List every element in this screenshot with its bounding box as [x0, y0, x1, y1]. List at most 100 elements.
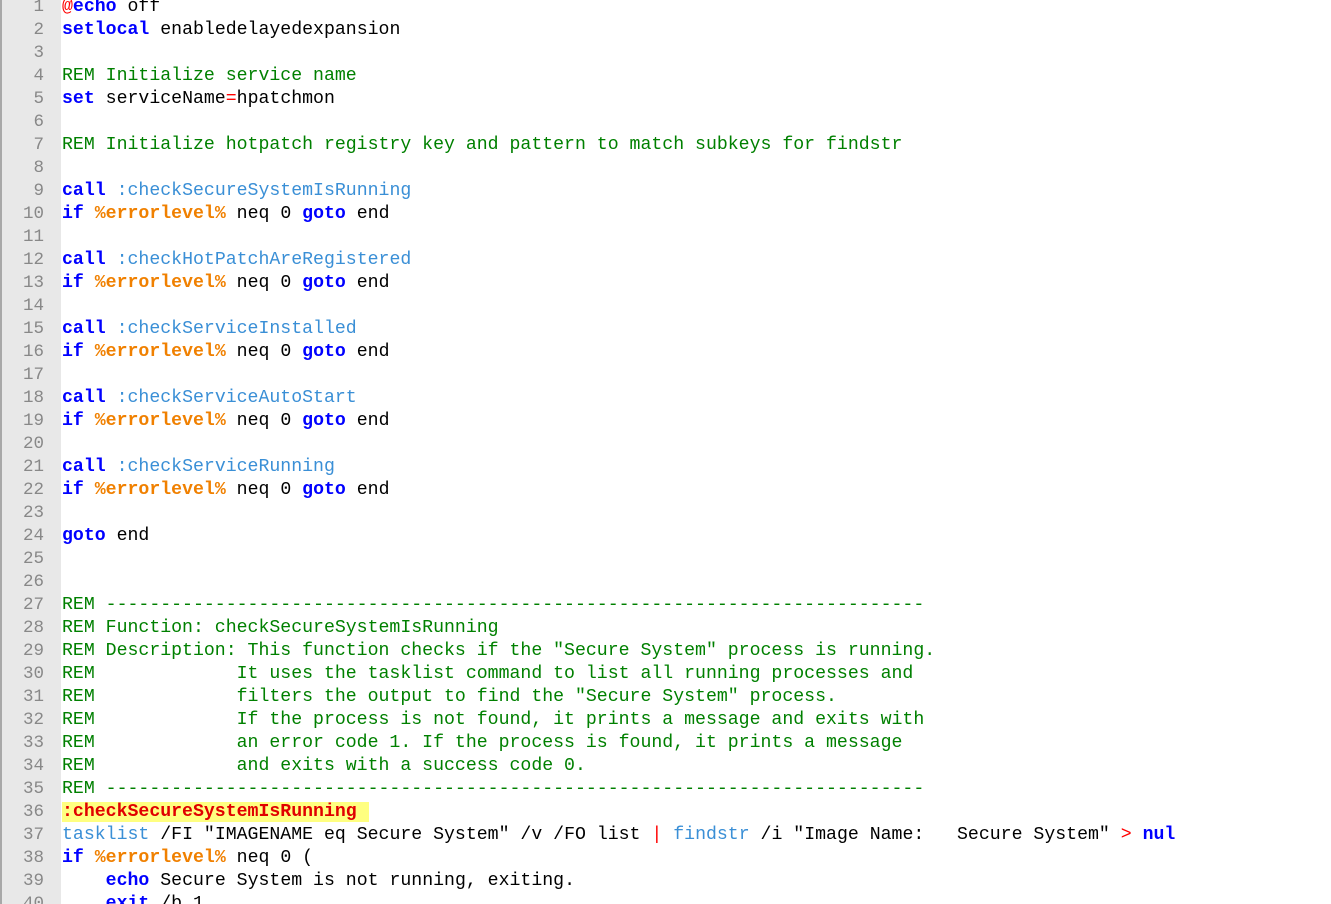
line-number: 36	[22, 802, 44, 822]
line-number: 28	[22, 618, 44, 638]
code-line[interactable]: 13 if %errorlevel% neq 0 goto end	[0, 272, 1331, 295]
line-text: exit /b 1	[62, 893, 204, 904]
code-token: %errorlevel%	[94, 848, 226, 868]
code-line[interactable]: 10 if %errorlevel% neq 0 goto end	[0, 203, 1331, 226]
code-line[interactable]: 2 setlocal enabledelayedexpansion	[0, 19, 1331, 42]
code-token: %errorlevel%	[94, 342, 226, 362]
code-token: :checkSecureSystemIsRunning	[62, 802, 369, 822]
code-token: REM an error code 1. If the process is f…	[62, 733, 903, 753]
code-token: :checkServiceInstalled	[105, 319, 357, 339]
code-line[interactable]: 28 REM Function: checkSecureSystemIsRunni…	[0, 617, 1331, 640]
line-text: REM ------------------------------------…	[62, 778, 924, 801]
line-text: if %errorlevel% neq 0 goto end	[62, 272, 390, 295]
code-line[interactable]: 39 echo Secure System is not running, ex…	[0, 870, 1331, 893]
code-line[interactable]: 16 if %errorlevel% neq 0 goto end	[0, 341, 1331, 364]
line-text: REM an error code 1. If the process is f…	[62, 732, 902, 755]
code-line[interactable]: 38 if %errorlevel% neq 0 (	[0, 847, 1331, 870]
line-number: 13	[22, 273, 44, 293]
code-token: if	[62, 342, 84, 362]
code-token: echo	[105, 871, 150, 891]
line-text: REM Initialize hotpatch registry key and…	[62, 134, 902, 157]
code-token: %errorlevel%	[94, 411, 226, 431]
line-number: 16	[22, 342, 44, 362]
line-number: 1	[33, 0, 44, 17]
line-number: 4	[33, 66, 44, 86]
code-token: enabledelayedexpansion	[149, 20, 401, 40]
code-token: tasklist	[62, 825, 150, 845]
line-number: 14	[22, 296, 44, 316]
code-line[interactable]: 32 REM If the process is not found, it pr…	[0, 709, 1331, 732]
line-number: 30	[22, 664, 44, 684]
code-token: REM Initialize service name	[62, 66, 357, 86]
line-text: :checkSecureSystemIsRunning	[62, 801, 369, 824]
code-token: end	[345, 204, 390, 224]
code-token: >	[1120, 825, 1132, 845]
code-token: %errorlevel%	[94, 480, 226, 500]
code-token: /i "Image Name: Secure System"	[749, 825, 1121, 845]
code-line[interactable]: 35 REM ----------------------------------…	[0, 778, 1331, 801]
code-line[interactable]: 22 if %errorlevel% neq 0 goto end	[0, 479, 1331, 502]
line-number: 2	[33, 20, 44, 40]
code-line[interactable]: 25	[0, 548, 1331, 571]
code-token: |	[651, 825, 663, 845]
code-line[interactable]: 24 goto end	[0, 525, 1331, 548]
code-line[interactable]: 15 call :checkServiceInstalled	[0, 318, 1331, 341]
line-number: 5	[33, 89, 44, 109]
code-line[interactable]: 6	[0, 111, 1331, 134]
code-area[interactable]: 1 @echo off 2 setlocal enabledelayedexpansi…	[0, 0, 1331, 904]
line-text: call :checkServiceRunning	[62, 456, 335, 479]
code-line[interactable]: 14	[0, 295, 1331, 318]
code-token: exit	[105, 894, 150, 904]
code-line[interactable]: 17	[0, 364, 1331, 387]
code-line[interactable]: 26	[0, 571, 1331, 594]
code-token: REM ------------------------------------…	[62, 595, 925, 615]
code-token: REM and exits with a success code 0.	[62, 756, 586, 776]
code-line[interactable]: 31 REM filters the output to find the "Se…	[0, 686, 1331, 709]
code-line[interactable]: 9 call :checkSecureSystemIsRunning	[0, 180, 1331, 203]
code-line[interactable]: 19 if %errorlevel% neq 0 goto end	[0, 410, 1331, 433]
code-line[interactable]: 33 REM an error code 1. If the process is…	[0, 732, 1331, 755]
code-line[interactable]: 5 set serviceName=hpatchmon	[0, 88, 1331, 111]
code-line[interactable]: 4 REM Initialize service name	[0, 65, 1331, 88]
line-text: call :checkSecureSystemIsRunning	[62, 180, 411, 203]
code-line[interactable]: 37 tasklist /FI "IMAGENAME eq Secure Syst…	[0, 824, 1331, 847]
code-line[interactable]: 12 call :checkHotPatchAreRegistered	[0, 249, 1331, 272]
line-text: goto end	[62, 525, 149, 548]
line-text: REM Initialize service name	[62, 65, 357, 88]
code-line[interactable]: 3	[0, 42, 1331, 65]
code-line[interactable]: 36 :checkSecureSystemIsRunning	[0, 801, 1331, 824]
code-line[interactable]: 7 REM Initialize hotpatch registry key an…	[0, 134, 1331, 157]
line-number: 33	[22, 733, 44, 753]
code-line[interactable]: 8	[0, 157, 1331, 180]
code-line[interactable]: 18 call :checkServiceAutoStart	[0, 387, 1331, 410]
code-line[interactable]: 40 exit /b 1	[0, 893, 1331, 904]
code-token: serviceName	[94, 89, 226, 109]
code-editor[interactable]: 1 @echo off 2 setlocal enabledelayedexpansi…	[0, 0, 1331, 904]
line-number: 34	[22, 756, 44, 776]
code-line[interactable]: 27 REM ----------------------------------…	[0, 594, 1331, 617]
code-token: @	[62, 0, 73, 17]
code-token: REM Function: checkSecureSystemIsRunning	[62, 618, 499, 638]
code-line[interactable]: 34 REM and exits with a success code 0.	[0, 755, 1331, 778]
code-line[interactable]: 11	[0, 226, 1331, 249]
code-line[interactable]: 23	[0, 502, 1331, 525]
code-line[interactable]: 20	[0, 433, 1331, 456]
code-line[interactable]: 29 REM Description: This function checks …	[0, 640, 1331, 663]
line-number: 3	[33, 43, 44, 63]
code-token: call	[62, 250, 106, 270]
line-number: 7	[33, 135, 44, 155]
code-line[interactable]: 1 @echo off	[0, 0, 1331, 19]
code-token: set	[62, 89, 95, 109]
line-text: setlocal enabledelayedexpansion	[62, 19, 400, 42]
code-line[interactable]: 21 call :checkServiceRunning	[0, 456, 1331, 479]
code-token: end	[105, 526, 150, 546]
code-token: end	[345, 273, 390, 293]
line-number: 10	[22, 204, 44, 224]
code-line[interactable]: 30 REM It uses the tasklist command to li…	[0, 663, 1331, 686]
line-text: if %errorlevel% neq 0 goto end	[62, 341, 390, 364]
